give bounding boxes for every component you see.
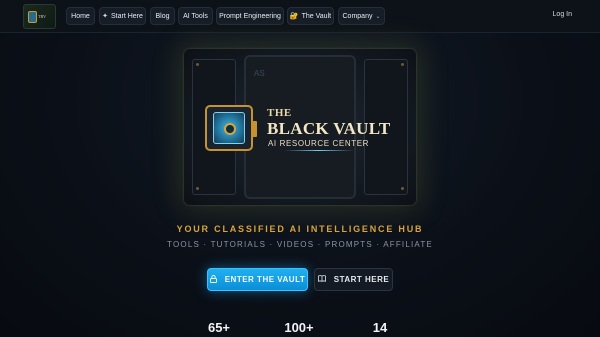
logo-text: TBV (38, 14, 46, 19)
site-logo[interactable]: TBV (23, 4, 56, 29)
hero-subtitle: AI RESOURCE CENTER (268, 139, 370, 148)
hero-vault-image: AS THE BLACK VAULT AI RESOURCE CENTER (184, 49, 416, 205)
nav-item-start-here[interactable]: ✦ Start Here (99, 7, 146, 25)
stat-value: 14 (372, 320, 388, 335)
vault-engraving: AS (254, 69, 265, 79)
hero-underline (284, 150, 354, 151)
nav-item-label: Company (342, 12, 373, 20)
vault-dial-icon (224, 123, 236, 135)
rivet-icon (401, 187, 404, 190)
vault-logo-icon (28, 11, 37, 23)
book-icon (317, 275, 326, 284)
hero-title-line1: THE (267, 107, 292, 119)
nav-item-prompt-engineering[interactable]: Prompt Engineering (216, 7, 284, 25)
chevron-down-icon: ⌄ (375, 13, 381, 20)
nav-item-label: Blog (155, 12, 170, 20)
enter-vault-label: ENTER THE VAULT (224, 275, 306, 284)
vault-handle-icon (252, 121, 257, 137)
nav-item-label: The Vault (301, 12, 332, 20)
lock-key-emoji-icon: 🔐 (289, 13, 299, 20)
stat-value: 65+ (207, 320, 231, 335)
nav-item-the-vault[interactable]: 🔐 The Vault (287, 7, 334, 25)
nav-item-label: Home (71, 12, 90, 20)
page-subtagline: TOOLS · TUTORIALS · VIDEOS · PROMPTS · A… (167, 240, 433, 249)
nav-item-label: Start Here (110, 12, 143, 20)
top-nav: TBV Home ✦ Start Here Blog AI Tools Prom… (0, 0, 600, 33)
rivet-icon (401, 63, 404, 66)
stat-value: 100+ (284, 320, 314, 335)
nav-item-company[interactable]: Company ⌄ (338, 7, 385, 25)
nav-item-ai-tools[interactable]: AI Tools (178, 7, 213, 25)
sparkle-icon: ✦ (102, 13, 108, 20)
lock-icon (209, 274, 217, 285)
enter-vault-button[interactable]: ENTER THE VAULT (207, 268, 308, 291)
nav-item-label: Prompt Engineering (219, 12, 281, 20)
start-here-button[interactable]: START HERE (314, 268, 393, 291)
rivet-icon (196, 63, 199, 66)
nav-item-blog[interactable]: Blog (150, 7, 175, 25)
nav-item-label: AI Tools (183, 12, 208, 20)
start-here-label: START HERE (333, 275, 390, 284)
nav-item-home[interactable]: Home (66, 7, 95, 25)
hero-title-line2: BLACK VAULT (267, 119, 391, 138)
rivet-icon (196, 187, 199, 190)
login-link[interactable]: Log In (553, 11, 572, 18)
page-tagline: YOUR CLASSIFIED AI INTELLIGENCE HUB (176, 224, 424, 234)
vault-door-icon (205, 105, 257, 151)
